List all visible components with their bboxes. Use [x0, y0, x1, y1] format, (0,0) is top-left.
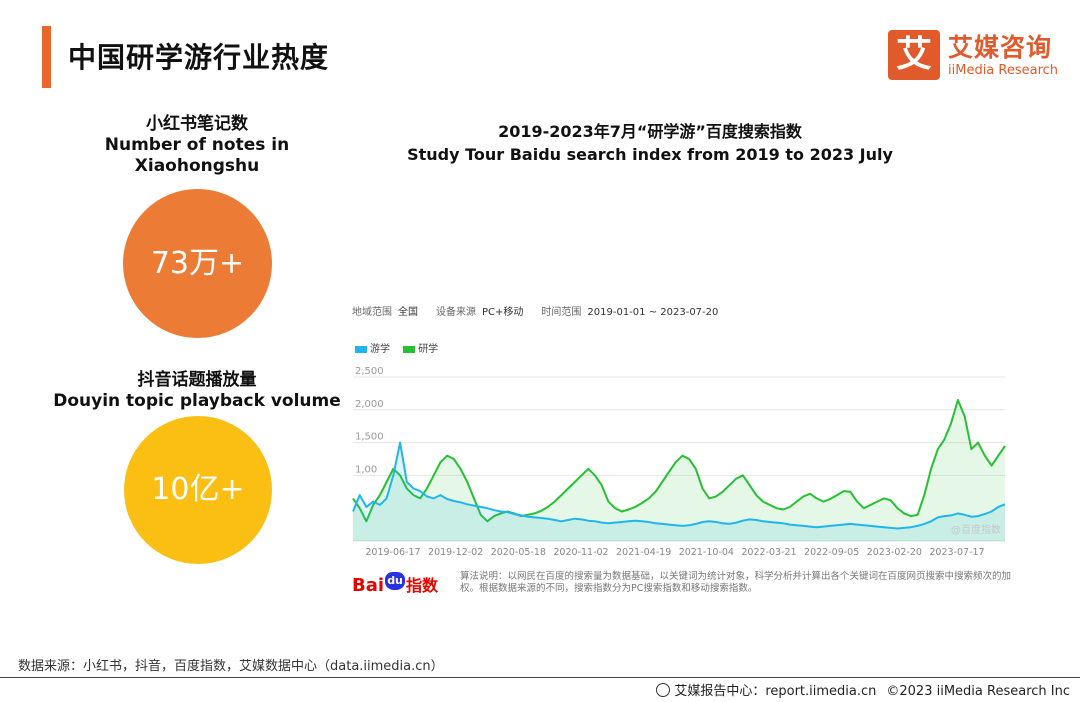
- algorithm-note: 算法说明：以网民在百度的搜索量为数据基础，以关键词为统计对象，科学分析并计算出各…: [460, 571, 1012, 594]
- y-tick-label: 1,00: [355, 464, 377, 475]
- x-tick-label: 2021-04-19: [616, 547, 671, 558]
- device-value: PC+移动: [482, 307, 524, 318]
- y-tick-label: 2,000: [355, 399, 384, 410]
- xiaohongshu-label-en-1: Number of notes in: [104, 135, 290, 155]
- footer: 艾媒报告中心：report.iimedia.cn ©2023 iiMedia Re…: [656, 680, 1070, 699]
- baidu-watermark: @百度指数: [951, 523, 1001, 536]
- globe-icon: [656, 683, 671, 697]
- footer-copyright: ©2023 iiMedia Research Inc: [886, 684, 1070, 699]
- x-tick-label: 2019-12-02: [428, 547, 483, 558]
- device-label: 设备来源: [436, 307, 476, 318]
- douyin-label-en: Douyin topic playback volume: [53, 391, 341, 411]
- baidu-paw-icon: du: [385, 572, 406, 590]
- chart-title: 2019-2023年7月“研学游”百度搜索指数 Study Tour Baidu…: [400, 120, 900, 166]
- douyin-stat-label: 抖音话题播放量 Douyin topic playback volume: [40, 370, 354, 412]
- footer-report-center: 艾媒报告中心：report.iimedia.cn: [674, 684, 877, 699]
- x-tick-label: 2021-10-04: [679, 547, 734, 558]
- logo-name-cn: 艾媒咨询: [948, 33, 1053, 62]
- baidu-logo-text: Bai: [352, 575, 385, 596]
- legend-swatch-yanxue: [403, 345, 416, 353]
- x-tick-label: 2019-06-17: [365, 547, 420, 558]
- x-tick-label: 2020-11-02: [553, 547, 608, 558]
- chart-legend: 游学 研学: [355, 340, 448, 355]
- legend-item-yanxue: 研学: [403, 344, 438, 355]
- chart-title-en: Study Tour Baidu search index from 2019 …: [407, 145, 893, 164]
- time-label: 时间范围: [541, 307, 582, 318]
- y-tick-label: 2,500: [355, 366, 384, 377]
- xiaohongshu-label-en-2: Xiaohongshu: [134, 156, 260, 176]
- xiaohongshu-value-circle: 73万+: [123, 189, 272, 338]
- xiaohongshu-stat-label: 小红书笔记数 Number of notes in Xiaohongshu: [72, 114, 322, 177]
- x-tick-label: 2023-07-17: [929, 547, 984, 558]
- legend-swatch-youxue: [355, 345, 367, 353]
- iimedia-logo: 艾 艾媒咨询 iiMedia Research: [888, 30, 1068, 84]
- page-title: 中国研学游行业热度: [68, 41, 330, 74]
- region-label: 地域范围: [352, 307, 392, 318]
- data-source: 数据来源：小红书，抖音，百度指数，艾媒数据中心（data.iimedia.cn）: [18, 659, 444, 674]
- x-tick-label: 2023-02-20: [867, 547, 922, 558]
- baidu-index-logo: Bai du 指数: [352, 572, 438, 596]
- xiaohongshu-label-cn: 小红书笔记数: [146, 114, 248, 134]
- legend-label-yanxue: 研学: [418, 344, 439, 355]
- footer-divider: [0, 677, 1080, 678]
- chart-filter-row: 地域范围 全国 设备来源 PC+移动 时间范围 2019-01-01 ~ 2023-07-…: [352, 303, 736, 318]
- x-tick-label: 2022-09-05: [804, 547, 859, 558]
- y-tick-label: 1,500: [355, 432, 384, 443]
- time-value: 2019-01-01 ~ 2023-07-20: [587, 307, 719, 318]
- title-accent-bar: [42, 26, 51, 88]
- chart-title-cn: 2019-2023年7月“研学游”百度搜索指数: [498, 122, 802, 141]
- douyin-label-cn: 抖音话题播放量: [137, 370, 257, 390]
- baidu-logo-index: 指数: [406, 576, 439, 595]
- douyin-value-circle: 10亿+: [124, 416, 272, 564]
- legend-label-youxue: 游学: [370, 344, 390, 355]
- x-tick-label: 2022-03-21: [741, 547, 796, 558]
- logo-mark: 艾: [888, 30, 940, 80]
- legend-item-youxue: 游学: [355, 344, 390, 355]
- x-tick-label: 2020-05-18: [491, 547, 546, 558]
- logo-name-en: iiMedia Research: [948, 63, 1059, 78]
- baidu-index-chart: 2,500 2,000 1,500 1,00 2019-06-17 2019-12-02 2…: [352, 366, 1006, 558]
- region-value: 全国: [398, 307, 418, 318]
